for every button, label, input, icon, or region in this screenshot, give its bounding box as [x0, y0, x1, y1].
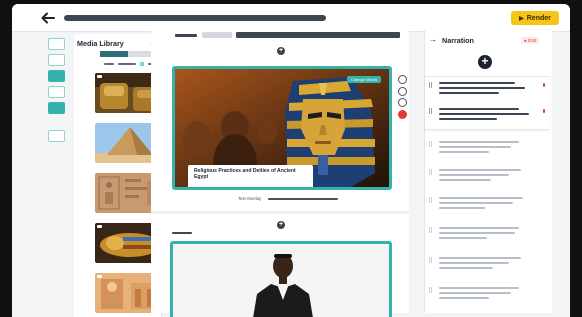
filter-dot[interactable]	[140, 62, 144, 66]
scene-option-radio-4[interactable]	[398, 110, 407, 119]
play-icon: ▶	[519, 15, 524, 22]
image-icon	[97, 275, 102, 278]
filter-line	[104, 63, 114, 65]
add-scene-icon[interactable]: +	[277, 221, 285, 229]
remove-icon[interactable]	[543, 83, 545, 87]
tool-button-5[interactable]	[48, 102, 65, 114]
text-line	[439, 207, 485, 209]
text-line	[439, 113, 529, 115]
text-line	[439, 179, 491, 181]
scene-tab[interactable]	[202, 32, 232, 38]
filter-line	[118, 63, 136, 65]
text-line	[439, 237, 487, 239]
narration-row[interactable]	[425, 222, 550, 248]
narration-block-active[interactable]	[425, 76, 550, 130]
narration-status-badge: ● 0:00	[521, 37, 540, 44]
render-button[interactable]: ▶ Render	[511, 11, 559, 25]
scene-option-radio-2[interactable]	[398, 87, 407, 96]
narration-row[interactable]	[425, 77, 550, 103]
narration-title: Narration	[442, 36, 474, 45]
text-line	[439, 232, 515, 234]
project-title-bar[interactable]	[64, 15, 326, 21]
text-line	[439, 227, 519, 229]
tool-rail	[48, 36, 70, 148]
text-line	[439, 287, 519, 289]
text-line	[439, 267, 493, 269]
drag-handle-icon[interactable]	[429, 197, 432, 203]
text-line	[439, 262, 509, 264]
narration-row[interactable]	[425, 103, 550, 129]
arrow-left-icon	[41, 12, 55, 24]
text-line	[439, 197, 523, 199]
narration-row[interactable]	[425, 252, 550, 278]
scene-caption[interactable]: Religious Practices and Deities of Ancie…	[188, 165, 313, 187]
change-media-badge[interactable]: Change Media	[346, 76, 381, 83]
text-line	[439, 297, 489, 299]
remove-icon[interactable]	[543, 109, 545, 113]
text-line	[439, 174, 509, 176]
text-line	[439, 202, 513, 204]
add-scene-icon[interactable]: +	[277, 47, 285, 55]
narration-row[interactable]	[425, 136, 550, 162]
text-line	[439, 169, 521, 171]
render-label: Render	[526, 14, 551, 22]
text-line	[439, 146, 511, 148]
text-line	[439, 151, 489, 153]
narration-row[interactable]	[425, 164, 550, 190]
back-button[interactable]	[40, 10, 56, 26]
scene-2-preview[interactable]	[170, 241, 392, 317]
text-overlay-slider[interactable]	[268, 198, 338, 200]
scene-2-label-line	[172, 232, 192, 234]
arrow-right-icon[interactable]: →	[429, 35, 437, 44]
text-line	[439, 292, 511, 294]
scene-label-line	[175, 34, 197, 37]
text-line	[439, 141, 519, 143]
tool-button-6[interactable]	[48, 130, 65, 142]
tool-button-1[interactable]	[48, 38, 65, 50]
text-line	[439, 82, 515, 84]
text-line	[439, 87, 525, 89]
drag-handle-icon[interactable]	[429, 169, 432, 175]
text-line	[439, 118, 497, 120]
video-icon	[97, 75, 102, 78]
narration-row[interactable]	[425, 192, 550, 218]
media-library-panel: Media Library ←	[74, 34, 166, 317]
text-line	[439, 257, 521, 259]
text-line	[439, 92, 499, 94]
narration-panel: → Narration ● 0:00 +	[424, 30, 552, 313]
tool-button-2[interactable]	[48, 54, 65, 66]
narration-row[interactable]	[425, 282, 550, 308]
plus-icon[interactable]: +	[478, 55, 492, 69]
drag-handle-icon[interactable]	[429, 82, 432, 88]
tool-button-4[interactable]	[48, 86, 65, 98]
drag-handle-icon[interactable]	[429, 227, 432, 233]
scene-1-preview[interactable]: Change Media Religious Practices and Dei…	[172, 66, 392, 190]
presenter-image	[173, 244, 389, 317]
drag-handle-icon[interactable]	[429, 108, 432, 114]
text-line	[439, 108, 519, 110]
scene-timeline-bar[interactable]	[236, 32, 400, 38]
scene-option-radio-1[interactable]	[398, 75, 407, 84]
text-overlay-label: Text Overlay	[238, 196, 262, 201]
scene-separator	[151, 211, 409, 214]
video-icon	[97, 225, 102, 228]
scene-option-radio-3[interactable]	[398, 98, 407, 107]
media-tab-active[interactable]	[100, 51, 128, 57]
drag-handle-icon[interactable]	[429, 287, 432, 293]
drag-handle-icon[interactable]	[429, 141, 432, 147]
tool-button-media[interactable]	[48, 70, 65, 82]
drag-handle-icon[interactable]	[429, 257, 432, 263]
media-library-title: Media Library	[77, 39, 124, 48]
